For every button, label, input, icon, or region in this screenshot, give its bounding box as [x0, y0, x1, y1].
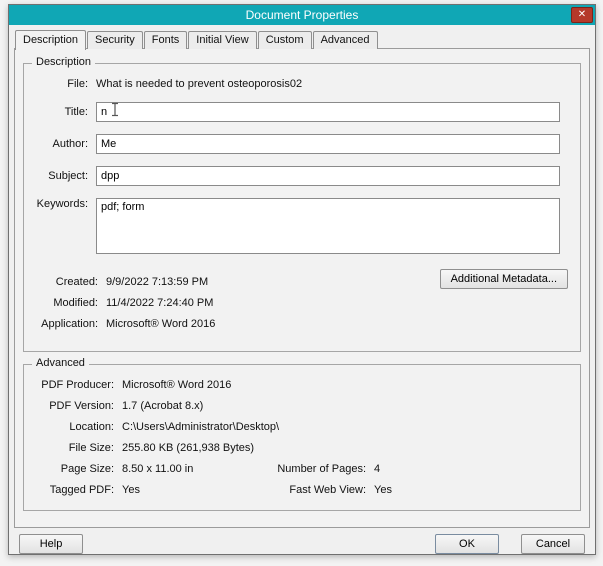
keywords-row: Keywords: pdf; form: [30, 198, 570, 254]
subject-row: Subject:: [30, 166, 570, 186]
tagged-pdf-row: Tagged PDF: Yes Fast Web View: Yes: [30, 484, 570, 496]
keywords-label: Keywords:: [36, 198, 88, 210]
fast-web-view-label: Fast Web View:: [289, 484, 366, 496]
modified-value: 11/4/2022 7:24:40 PM: [106, 297, 214, 309]
pdf-producer-value: Microsoft® Word 2016: [122, 379, 232, 391]
application-label: Application:: [41, 318, 98, 330]
modified-row: Modified: 11/4/2022 7:24:40 PM: [30, 297, 570, 309]
tab-description[interactable]: Description: [15, 30, 87, 50]
location-label: Location:: [69, 421, 114, 433]
dialog-footer: Help OK Cancel: [9, 528, 595, 566]
page-size-row: Page Size: 8.50 x 11.00 in Number of Pag…: [30, 463, 570, 475]
location-value: C:\Users\Administrator\Desktop\: [122, 421, 280, 433]
modified-label: Modified:: [53, 297, 98, 309]
author-input[interactable]: [96, 134, 560, 154]
file-size-value: 255.80 KB (261,938 Bytes): [122, 442, 255, 454]
advanced-group-label: Advanced: [32, 357, 89, 369]
file-label: File:: [67, 78, 88, 90]
pdf-version-row: PDF Version: 1.7 (Acrobat 8.x): [30, 400, 570, 412]
file-size-label: File Size:: [68, 442, 114, 454]
file-row: File: What is needed to prevent osteopor…: [30, 78, 570, 90]
application-value: Microsoft® Word 2016: [106, 318, 216, 330]
file-value: What is needed to prevent osteoporosis02: [96, 78, 303, 90]
description-tab-page: Description File: What is needed to prev…: [14, 48, 590, 528]
subject-label: Subject:: [48, 170, 88, 182]
cancel-button[interactable]: Cancel: [521, 534, 585, 554]
tagged-pdf-value: Yes: [122, 484, 140, 496]
title-input[interactable]: [96, 102, 560, 122]
document-properties-dialog: Document Properties ✕ Description Securi…: [8, 4, 596, 555]
subject-input[interactable]: [96, 166, 560, 186]
pdf-version-label: PDF Version:: [49, 400, 114, 412]
author-label: Author:: [52, 138, 88, 150]
tab-fonts[interactable]: Fonts: [143, 31, 188, 49]
dialog-title: Document Properties: [245, 8, 359, 22]
tab-advanced[interactable]: Advanced: [312, 31, 378, 49]
number-of-pages-label: Number of Pages:: [277, 463, 366, 475]
advanced-groupbox: Advanced PDF Producer: Microsoft® Word 2…: [23, 357, 581, 511]
title-row: Title:: [30, 102, 570, 122]
tagged-pdf-label: Tagged PDF:: [49, 484, 114, 496]
page-size-value: 8.50 x 11.00 in: [122, 463, 194, 475]
ok-button[interactable]: OK: [435, 534, 499, 554]
pdf-producer-label: PDF Producer:: [41, 379, 114, 391]
dialog-titlebar[interactable]: Document Properties ✕: [9, 5, 595, 25]
created-label: Created:: [55, 276, 98, 288]
tab-initial-view[interactable]: Initial View: [188, 31, 257, 49]
pdf-version-value: 1.7 (Acrobat 8.x): [122, 400, 204, 412]
file-size-row: File Size: 255.80 KB (261,938 Bytes): [30, 442, 570, 454]
page-size-label: Page Size:: [60, 463, 114, 475]
help-button[interactable]: Help: [19, 534, 83, 554]
description-group-label: Description: [32, 56, 96, 68]
fast-web-view-value: Yes: [374, 484, 392, 496]
pdf-producer-row: PDF Producer: Microsoft® Word 2016: [30, 379, 570, 391]
keywords-input[interactable]: pdf; form: [96, 198, 560, 254]
application-row: Application: Microsoft® Word 2016: [30, 318, 570, 330]
location-row: Location: C:\Users\Administrator\Desktop…: [30, 421, 570, 433]
tab-security[interactable]: Security: [87, 31, 143, 49]
close-icon: ✕: [577, 9, 587, 20]
author-row: Author:: [30, 134, 570, 154]
number-of-pages-value: 4: [374, 463, 381, 475]
additional-metadata-button[interactable]: Additional Metadata...: [439, 269, 568, 289]
title-label: Title:: [64, 106, 88, 118]
close-button[interactable]: ✕: [571, 7, 593, 23]
tab-custom[interactable]: Custom: [257, 31, 312, 49]
tab-strip: Description Security Fonts Initial View …: [9, 25, 595, 50]
description-groupbox: Description File: What is needed to prev…: [23, 56, 581, 352]
